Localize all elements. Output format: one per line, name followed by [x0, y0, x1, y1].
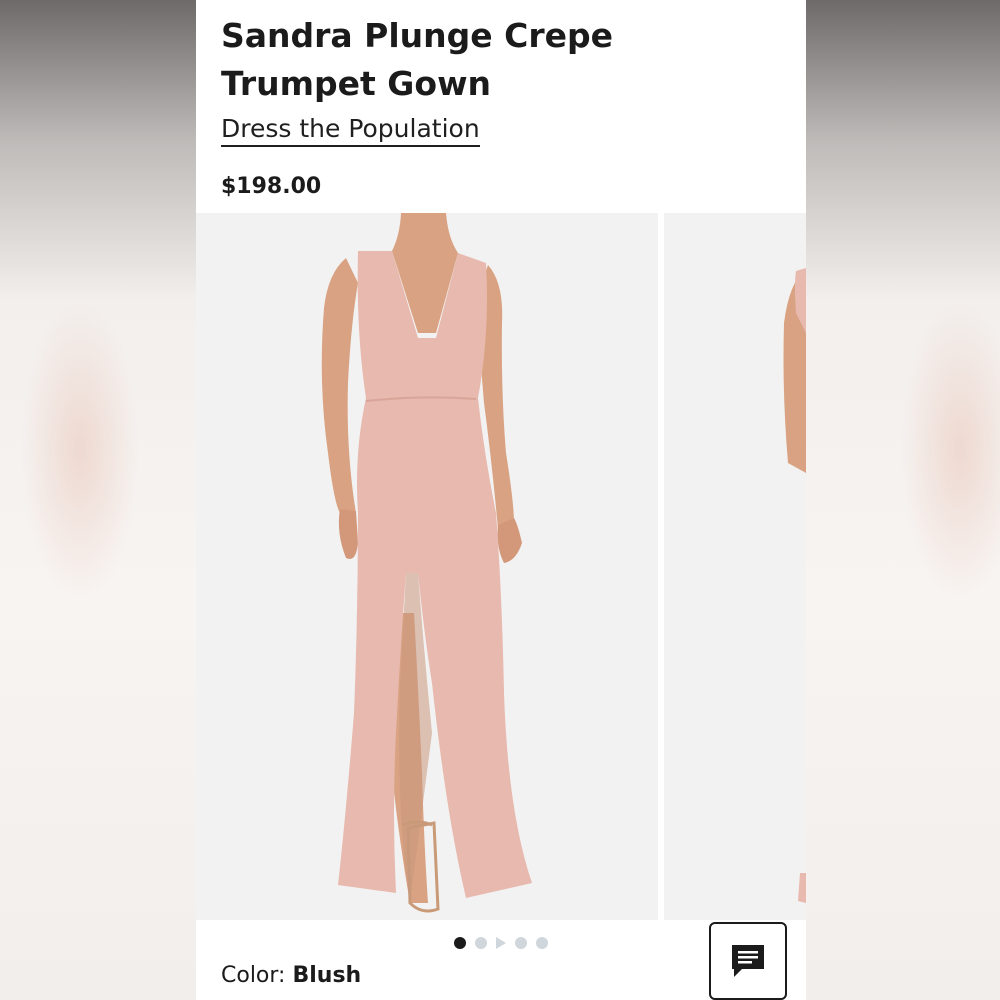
gallery-slide-next[interactable]	[664, 213, 806, 920]
product-price: $198.00	[221, 174, 322, 199]
color-label: Color:	[221, 963, 286, 988]
product-image-model-front	[321, 213, 532, 913]
blurred-backdrop-left	[0, 0, 196, 1000]
chat-button[interactable]	[709, 922, 787, 1000]
gallery-slide-main[interactable]	[196, 213, 658, 920]
pagination-dot-1[interactable]	[454, 937, 466, 949]
color-value: Blush	[292, 963, 362, 988]
pagination-dot-5[interactable]	[536, 937, 548, 949]
pagination-dot-4[interactable]	[515, 937, 527, 949]
image-gallery[interactable]	[196, 213, 806, 920]
product-page: Sandra Plunge Crepe Trumpet Gown Dress t…	[196, 0, 806, 1000]
selected-color: Color: Blush	[221, 963, 361, 988]
product-title: Sandra Plunge Crepe Trumpet Gown	[221, 16, 614, 103]
brand-link[interactable]: Dress the Population	[221, 114, 480, 147]
product-image-next-peek	[783, 268, 806, 903]
play-icon[interactable]	[496, 937, 506, 949]
blurred-backdrop-right	[804, 0, 1000, 1000]
chat-bubble-icon	[732, 945, 764, 977]
pagination-dot-2[interactable]	[475, 937, 487, 949]
